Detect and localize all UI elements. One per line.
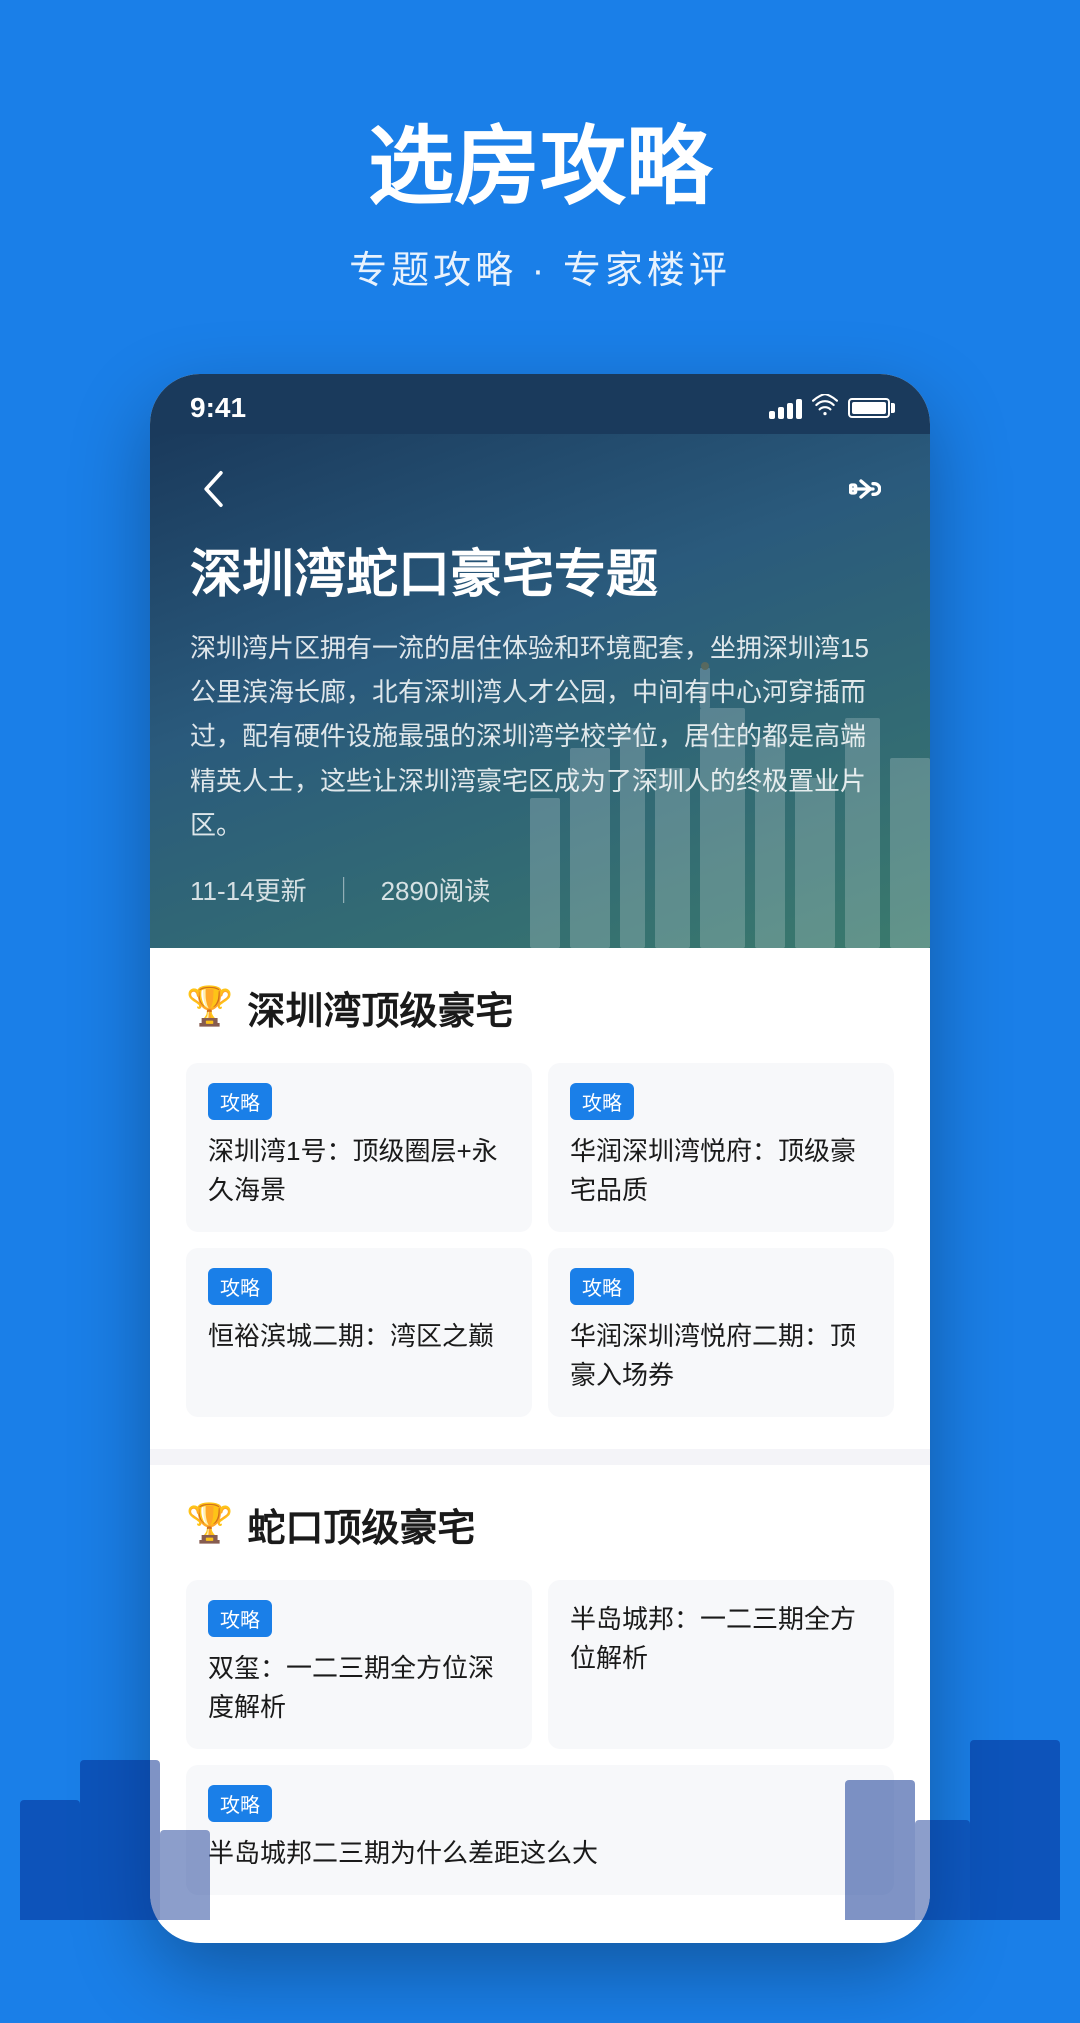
status-bar: 9:41: [150, 374, 930, 434]
article-text: 半岛城邦二三期为什么差距这么大: [208, 1834, 872, 1873]
page-background: 选房攻略 专题攻略 · 专家楼评 9:41: [0, 0, 1080, 2023]
hero-area: 深圳湾蛇口豪宅专题 深圳湾片区拥有一流的居住体验和环境配套，坐拥深圳湾15公里滨…: [150, 434, 930, 948]
phone-mockup: 9:41: [150, 374, 930, 1943]
back-chevron-icon: [200, 467, 230, 511]
article-grid-2: 攻略 双玺：一二三期全方位深度解析 半岛城邦：一二三期全方位解析: [186, 1580, 894, 1749]
hero-meta-divider: ｜: [331, 871, 357, 908]
section-shekou: 🏆 蛇口顶级豪宅 攻略 双玺：一二三期全方位深度解析 半岛城邦：一二三期全方位解…: [150, 1465, 930, 1927]
bottom-spacer: [0, 1943, 1080, 2023]
status-icons: [769, 394, 890, 422]
article-item[interactable]: 攻略 恒裕滨城二期：湾区之巅: [186, 1248, 532, 1417]
header-section: 选房攻略 专题攻略 · 专家楼评: [0, 0, 1080, 354]
section-header-1: 🏆 深圳湾顶级豪宅: [186, 980, 894, 1035]
back-button[interactable]: [190, 464, 240, 514]
article-item[interactable]: 攻略 深圳湾1号：顶级圈层+永久海景: [186, 1063, 532, 1232]
content-area: 🏆 深圳湾顶级豪宅 攻略 深圳湾1号：顶级圈层+永久海景 攻略 华润深圳湾悦府：…: [150, 948, 930, 1927]
trophy-icon-2: 🏆: [186, 1502, 233, 1546]
article-item[interactable]: 半岛城邦：一二三期全方位解析: [548, 1580, 894, 1749]
hero-title: 深圳湾蛇口豪宅专题: [190, 544, 890, 606]
header-subtitle: 专题攻略 · 专家楼评: [40, 239, 1040, 294]
article-tag: 攻略: [570, 1268, 634, 1305]
article-text: 华润深圳湾悦府：顶级豪宅品质: [570, 1132, 872, 1210]
section-title-2: 蛇口顶级豪宅: [247, 1497, 475, 1552]
article-grid-1: 攻略 深圳湾1号：顶级圈层+永久海景 攻略 华润深圳湾悦府：顶级豪宅品质 攻略 …: [186, 1063, 894, 1417]
trophy-icon-1: 🏆: [186, 985, 233, 1029]
article-text: 华润深圳湾悦府二期：顶豪入场券: [570, 1317, 872, 1395]
article-item[interactable]: 攻略 华润深圳湾悦府：顶级豪宅品质: [548, 1063, 894, 1232]
article-item-single[interactable]: 攻略 半岛城邦二三期为什么差距这么大: [186, 1765, 894, 1895]
article-tag: 攻略: [208, 1268, 272, 1305]
page-title: 选房攻略: [40, 120, 1040, 215]
wifi-icon: [812, 394, 838, 422]
article-item[interactable]: 攻略 双玺：一二三期全方位深度解析: [186, 1580, 532, 1749]
share-button[interactable]: [840, 464, 890, 514]
section-shenzhen-bay: 🏆 深圳湾顶级豪宅 攻略 深圳湾1号：顶级圈层+永久海景 攻略 华润深圳湾悦府：…: [150, 948, 930, 1449]
article-tag: 攻略: [208, 1785, 272, 1822]
article-tag: 攻略: [208, 1083, 272, 1120]
hero-bg-decoration: [530, 648, 930, 948]
status-time: 9:41: [190, 392, 246, 424]
section-header-2: 🏆 蛇口顶级豪宅: [186, 1497, 894, 1552]
hero-reads: 2890阅读: [381, 871, 491, 908]
article-item[interactable]: 攻略 华润深圳湾悦府二期：顶豪入场券: [548, 1248, 894, 1417]
article-text: 双玺：一二三期全方位深度解析: [208, 1649, 510, 1727]
article-text: 恒裕滨城二期：湾区之巅: [208, 1317, 510, 1356]
article-tag: 攻略: [208, 1600, 272, 1637]
article-text: 半岛城邦：一二三期全方位解析: [570, 1600, 872, 1678]
article-tag: 攻略: [570, 1083, 634, 1120]
hero-date: 11-14更新: [190, 871, 307, 908]
nav-bar: [190, 464, 890, 514]
share-icon: [849, 473, 881, 505]
article-text: 深圳湾1号：顶级圈层+永久海景: [208, 1132, 510, 1210]
signal-icon: [769, 397, 802, 419]
section-title-1: 深圳湾顶级豪宅: [247, 980, 513, 1035]
battery-icon: [848, 398, 890, 418]
